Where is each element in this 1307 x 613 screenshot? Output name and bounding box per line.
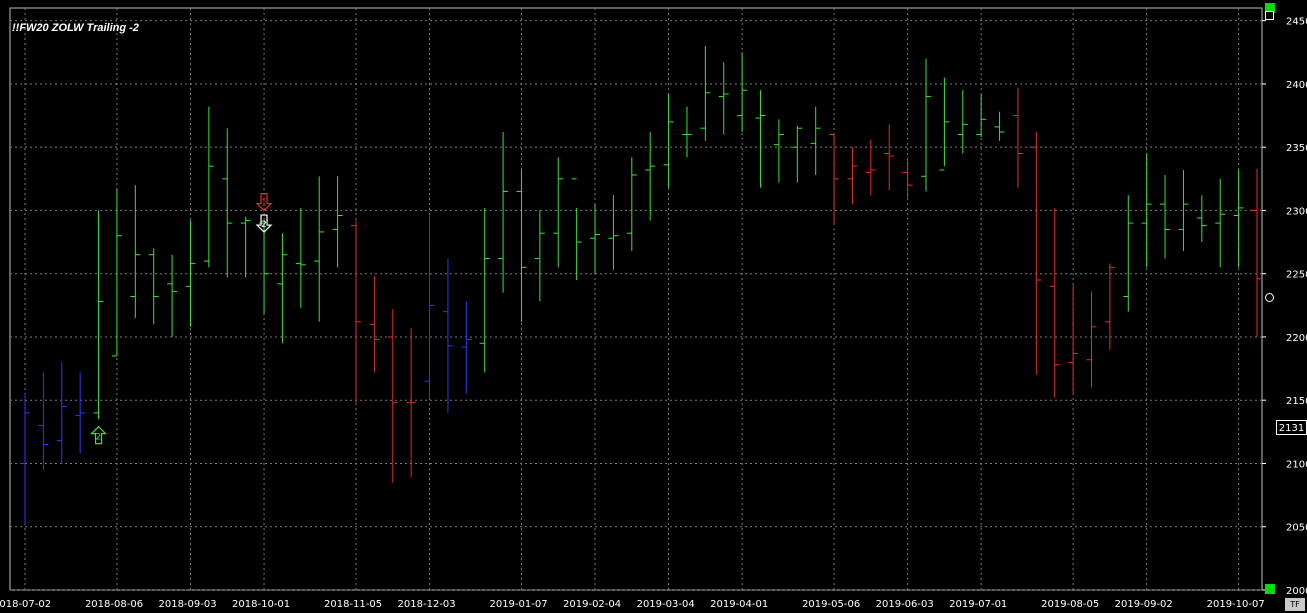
chart-background <box>0 0 1307 613</box>
x-tick-label: 2019-07-01 <box>949 599 1007 610</box>
x-tick-label: 2019-06-03 <box>876 599 934 610</box>
timeframe-button[interactable]: TF <box>1285 598 1305 611</box>
x-tick-label: 2018-11-05 <box>324 599 382 610</box>
x-tick-label: 2019-04-01 <box>710 599 768 610</box>
x-tick-label: 2019-08-05 <box>1041 599 1099 610</box>
last-price-tag: 2131 <box>1276 420 1307 435</box>
x-tick-label: 2018-09-03 <box>158 599 216 610</box>
x-tick-label: 2019-03-04 <box>637 599 695 610</box>
square-dot-icon[interactable] <box>1265 11 1274 20</box>
y-tick-label: 2150 <box>1286 396 1307 407</box>
y-tick-label: 2450 <box>1286 17 1307 28</box>
signal-label: 2 <box>261 220 267 230</box>
x-tick-label: 2019-02-04 <box>563 599 621 610</box>
ohlc-chart: 2000 2050 2100 2150 2200 2250 2300 2350 2400 2450… <box>0 0 1307 613</box>
y-tick-label: 2250 <box>1286 270 1307 281</box>
y-tick-label: 2350 <box>1286 143 1307 154</box>
y-tick-label: 2100 <box>1286 459 1307 470</box>
signal-label: 1 <box>261 199 267 209</box>
signal-label: 2 <box>96 433 102 443</box>
x-tick-label: 2018-10-01 <box>232 599 290 610</box>
x-tick-label: 2018-07-02 <box>0 599 51 610</box>
y-tick-label: 2400 <box>1286 80 1307 91</box>
x-tick-label: 2018-12-03 <box>398 599 456 610</box>
x-tick-label: 2019-10-07 <box>1207 599 1265 610</box>
x-tick-label: 2019-05-06 <box>802 599 860 610</box>
bottom-right-corner-marker <box>1265 584 1275 594</box>
x-tick-label: 2019-09-02 <box>1115 599 1173 610</box>
x-tick-label: 2018-08-06 <box>85 599 143 610</box>
y-tick-label: 2200 <box>1286 333 1307 344</box>
chart-title: !!FW20 ZOLW Trailing -2 <box>12 22 139 34</box>
y-tick-label: 2300 <box>1286 206 1307 217</box>
circle-icon[interactable] <box>1265 293 1274 302</box>
y-tick-label: 2050 <box>1286 523 1307 534</box>
y-tick-label: 2000 <box>1286 586 1307 597</box>
x-tick-label: 2019-01-07 <box>489 599 547 610</box>
